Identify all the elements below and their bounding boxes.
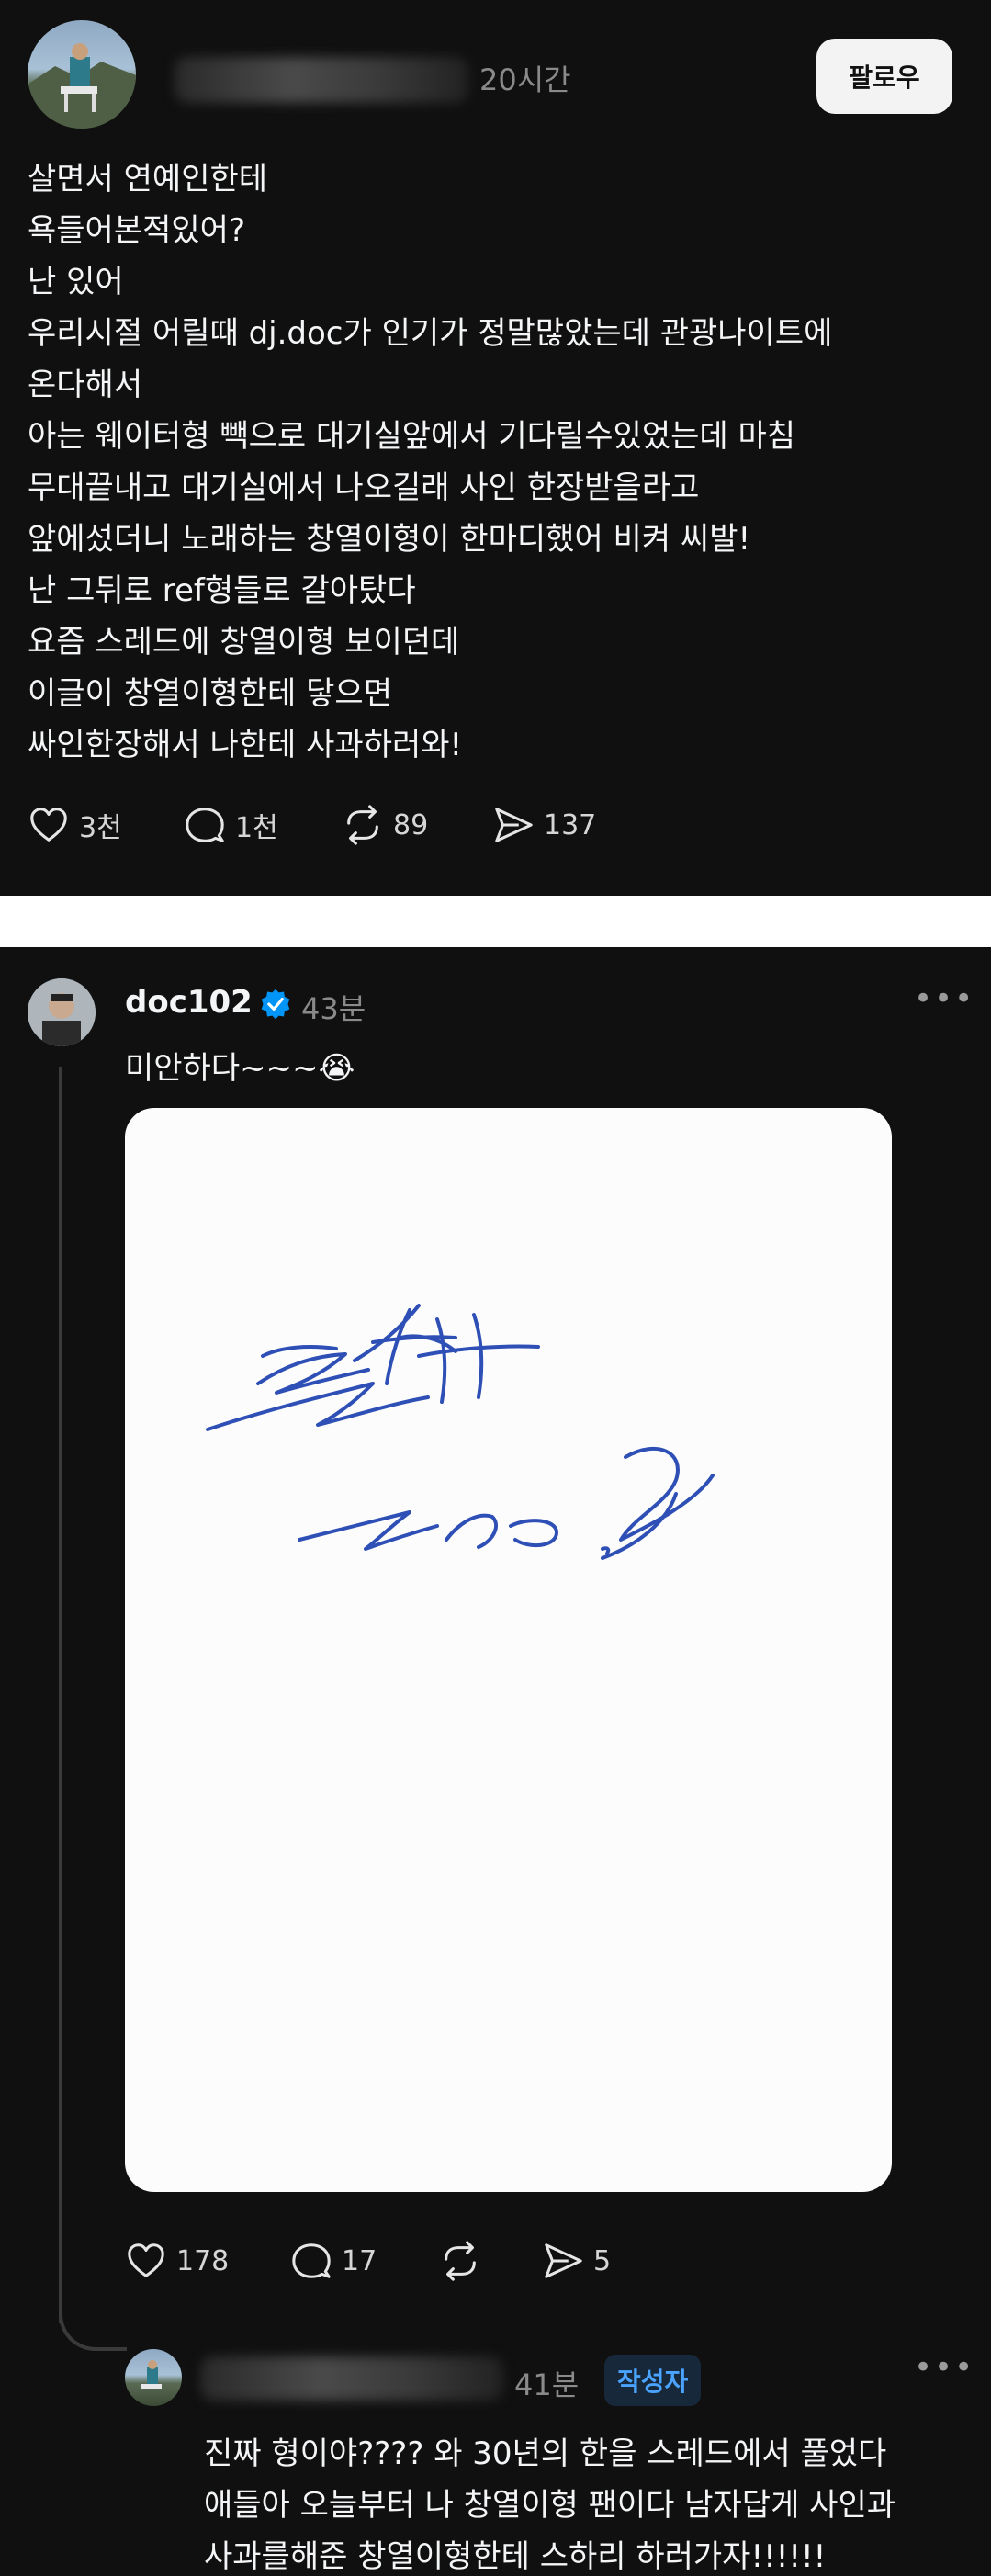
nested-username-redacted xyxy=(200,2356,503,2401)
post-line: 난 그뒤로 ref형들로 갈아탔다 xyxy=(28,572,416,609)
share-count: 5 xyxy=(593,2244,612,2277)
comment-icon xyxy=(186,808,224,842)
avatar-photo xyxy=(28,978,96,1046)
signature-drawing xyxy=(206,1304,715,1560)
reply: doc102 43분 ••• 미안하다~~~😭 178 17 5 41분 작성자… xyxy=(0,947,991,2575)
verified-icon xyxy=(261,989,290,1020)
share-action[interactable]: 137 xyxy=(492,804,596,846)
repost-icon xyxy=(347,805,378,845)
reply-share-action[interactable]: 5 xyxy=(542,2240,611,2282)
comment-count: 17 xyxy=(342,2244,377,2277)
like-action[interactable]: 3천 xyxy=(28,804,122,846)
more-icon[interactable]: ••• xyxy=(914,2349,974,2386)
post-time: 20시간 xyxy=(479,62,571,97)
original-post: 20시간 팔로우 살면서 연예인한테 욕들어본적있어? 난 있어 우리시절 어릴… xyxy=(0,0,991,896)
like-count: 178 xyxy=(176,2244,230,2277)
reply-text: 미안하다~~~😭 xyxy=(125,1050,355,1087)
nested-reply-line: 사과를해준 창열이형한테 스하리 하러가자!!!!!! xyxy=(204,2538,827,2575)
post-line: 싸인한장해서 나한테 사과하러와! xyxy=(28,727,463,763)
comment-icon xyxy=(292,2243,331,2278)
post-line: 요즘 스레드에 창열이형 보이던데 xyxy=(28,624,460,661)
post-line: 아는 웨이터형 빽으로 대기실앞에서 기다릴수있었는데 마침 xyxy=(28,418,796,455)
avatar-photo xyxy=(141,2360,162,2389)
post-line: 이글이 창열이형한테 닿으면 xyxy=(28,675,392,712)
nested-avatar[interactable] xyxy=(125,2349,182,2406)
signature-image[interactable] xyxy=(125,1108,892,2192)
reply-like-action[interactable]: 178 xyxy=(125,2240,229,2282)
author-badge: 작성자 xyxy=(604,2355,702,2406)
share-icon xyxy=(545,2243,582,2278)
avatar[interactable] xyxy=(28,20,136,129)
comment-action[interactable]: 1천 xyxy=(184,804,278,846)
separator xyxy=(0,896,991,947)
follow-button[interactable]: 팔로우 xyxy=(816,39,952,114)
heart-icon xyxy=(128,2243,164,2277)
nested-reply-line: 애들아 오늘부터 나 창열이형 팬이다 남자답게 사인과 xyxy=(204,2487,896,2524)
post-line: 살면서 연예인한테 xyxy=(28,161,268,198)
avatar-photo xyxy=(28,43,136,129)
post-line: 앞에섰더니 노래하는 창열이형이 한마디했어 비켜 씨발! xyxy=(28,521,751,558)
repost-icon xyxy=(445,2241,476,2281)
nested-reply-time: 41분 xyxy=(514,2367,580,2402)
reply-avatar[interactable] xyxy=(28,978,96,1046)
like-count: 3천 xyxy=(79,812,122,844)
repost-count: 89 xyxy=(393,808,429,842)
repost-action[interactable]: 89 xyxy=(342,804,428,846)
post-line: 우리시절 어릴때 dj.doc가 인기가 정말많았는데 관광나이트에 xyxy=(28,315,833,352)
thread-line xyxy=(59,1067,62,2323)
reply-time: 43분 xyxy=(301,991,366,1026)
comment-count: 1천 xyxy=(235,812,278,844)
username-redacted xyxy=(175,57,468,103)
reply-repost-action[interactable] xyxy=(439,2240,481,2282)
post-line: 무대끝내고 대기실에서 나오길래 사인 한장받을라고 xyxy=(28,469,700,506)
post-line: 온다해서 xyxy=(28,367,143,403)
share-count: 137 xyxy=(544,808,597,842)
more-icon[interactable]: ••• xyxy=(914,980,974,1017)
nested-reply-line: 진짜 형이야???? 와 30년의 한을 스레드에서 풀었다 xyxy=(204,2435,887,2472)
share-icon xyxy=(495,808,533,842)
heart-icon xyxy=(30,808,67,842)
post-line: 욕들어본적있어? xyxy=(28,212,246,249)
post-line: 난 있어 xyxy=(28,264,124,300)
reply-username[interactable]: doc102 xyxy=(125,984,253,1021)
nested-reply: 41분 작성자 ••• 진짜 형이야???? 와 30년의 한을 스레드에서 풀… xyxy=(0,2316,991,2575)
reply-comment-action[interactable]: 17 xyxy=(290,2240,377,2282)
